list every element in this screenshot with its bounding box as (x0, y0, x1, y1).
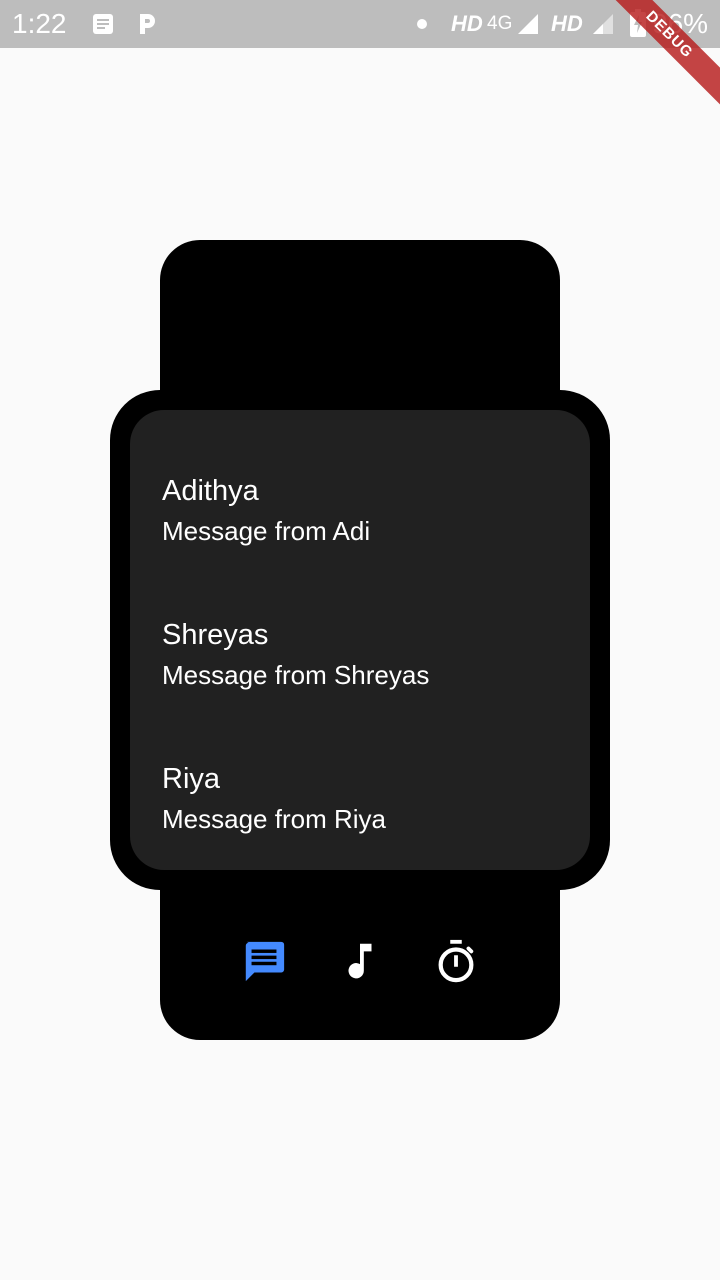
network-type-label: 4G (487, 13, 513, 34)
message-sender: Riya (162, 763, 221, 795)
timer-icon[interactable] (433, 938, 479, 984)
parking-icon (140, 14, 155, 34)
message-sender: Shreyas (162, 619, 269, 651)
message-preview: Message from Shreyas (162, 660, 430, 690)
signal-icon (518, 14, 538, 34)
status-time: 1:22 (12, 8, 67, 39)
message-preview: Message from Adi (162, 516, 371, 546)
document-icon (93, 14, 113, 34)
watch-screen: Adithya Message from Adi Shreyas Message… (130, 410, 590, 870)
message-item-shreyas[interactable]: Shreyas Message from Shreyas (162, 554, 562, 690)
hd-label-secondary: HD (551, 11, 583, 36)
notification-dot-icon (417, 19, 427, 29)
music-note-icon[interactable] (337, 938, 383, 984)
message-sender: Adithya (162, 475, 259, 507)
message-preview: Message from Riya (162, 804, 386, 834)
signal-icon-secondary (593, 14, 613, 34)
message-icon[interactable] (241, 938, 287, 984)
hd-label: HD (451, 11, 483, 36)
message-item-riya[interactable]: Riya Message from Riya (162, 698, 562, 834)
message-item-adithya[interactable]: Adithya Message from Adi (162, 410, 562, 546)
status-bar: 1:22 HD 4G HD 96% (0, 0, 720, 48)
